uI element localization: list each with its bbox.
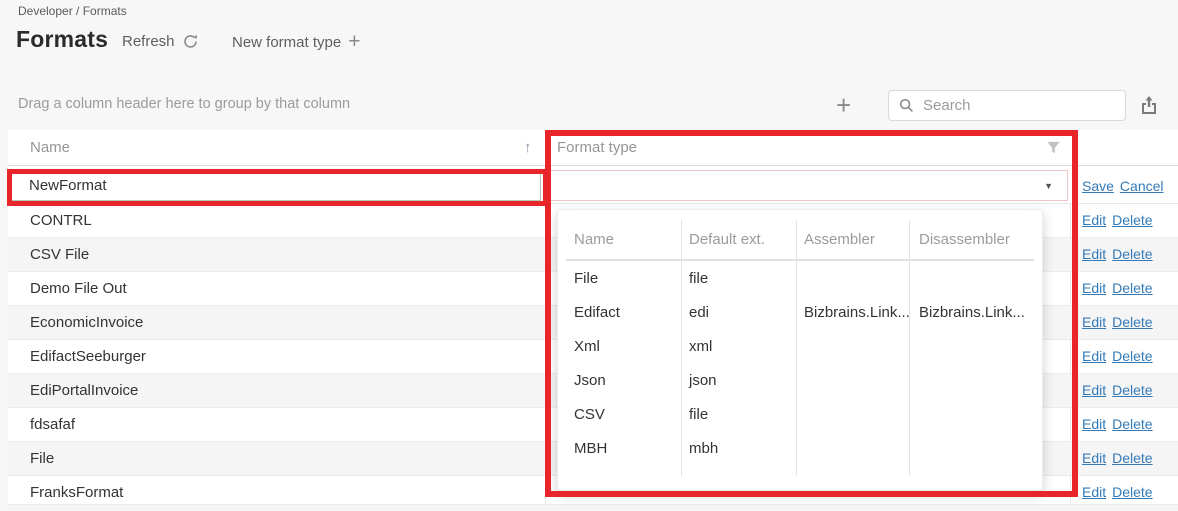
format-type-dropdown-panel: Name Default ext. Assembler Disassembler…: [557, 209, 1043, 491]
delete-link[interactable]: Delete: [1112, 212, 1152, 228]
option-assembler: Bizbrains.Link...: [804, 296, 910, 330]
edit-link[interactable]: Edit: [1082, 484, 1106, 500]
delete-link[interactable]: Delete: [1112, 314, 1152, 330]
refresh-icon: [182, 33, 199, 50]
row-name: File: [30, 442, 54, 475]
dropdown-option[interactable]: Json json: [558, 364, 1042, 398]
new-format-type-button[interactable]: New format type +: [232, 33, 360, 51]
dropdown-column-header-default-ext: Default ext.: [689, 222, 765, 258]
option-default-ext: xml: [689, 330, 712, 364]
row-name: Demo File Out: [30, 272, 127, 305]
option-name: Edifact: [574, 296, 620, 330]
option-disassembler: Bizbrains.Link...: [919, 296, 1025, 330]
edit-link[interactable]: Edit: [1082, 246, 1106, 262]
option-default-ext: edi: [689, 296, 709, 330]
row-name: CONTRL: [30, 204, 92, 237]
format-type-select[interactable]: ▼: [546, 170, 1068, 201]
dropdown-header-divider: [566, 259, 1034, 261]
option-name: File: [574, 262, 598, 296]
delete-link[interactable]: Delete: [1112, 280, 1152, 296]
row-name: EconomicInvoice: [30, 306, 143, 339]
column-header-format-type[interactable]: Format type: [557, 130, 637, 165]
row-name: CSV File: [30, 238, 89, 271]
delete-link[interactable]: Delete: [1112, 450, 1152, 466]
new-format-type-label: New format type: [232, 34, 341, 51]
refresh-label: Refresh: [122, 33, 175, 50]
caret-down-icon: ▼: [1044, 181, 1053, 191]
format-name-input[interactable]: [10, 170, 541, 201]
plus-icon: +: [836, 90, 851, 120]
partial-row: [8, 505, 1178, 511]
row-name: EdiPortalInvoice: [30, 374, 138, 407]
dropdown-option[interactable]: MBH mbh: [558, 432, 1042, 466]
edit-link[interactable]: Edit: [1082, 382, 1106, 398]
option-default-ext: file: [689, 398, 708, 432]
edit-link[interactable]: Edit: [1082, 314, 1106, 330]
search-input[interactable]: [923, 97, 1103, 114]
option-name: CSV: [574, 398, 605, 432]
dropdown-column-header-disassembler: Disassembler: [919, 222, 1010, 258]
dropdown-column-header-assembler: Assembler: [804, 222, 875, 258]
dropdown-option[interactable]: File file: [558, 262, 1042, 296]
option-name: Xml: [574, 330, 600, 364]
edit-link[interactable]: Edit: [1082, 450, 1106, 466]
group-panel-drop-target[interactable]: Drag a column header here to group by th…: [18, 96, 350, 112]
option-default-ext: mbh: [689, 432, 718, 466]
row-name: fdsafaf: [30, 408, 75, 441]
delete-link[interactable]: Delete: [1112, 382, 1152, 398]
add-row-button[interactable]: +: [836, 92, 851, 118]
delete-link[interactable]: Delete: [1112, 246, 1152, 262]
search-box[interactable]: [888, 90, 1126, 121]
refresh-button[interactable]: Refresh: [122, 33, 199, 50]
delete-link[interactable]: Delete: [1112, 416, 1152, 432]
sort-up-icon[interactable]: ↑: [524, 130, 532, 165]
column-header-name[interactable]: Name: [30, 130, 70, 165]
delete-link[interactable]: Delete: [1112, 484, 1152, 500]
grid-header-row: Name ↑ Format type: [8, 130, 1178, 166]
dropdown-column-header-name: Name: [574, 222, 614, 258]
dropdown-option[interactable]: CSV file: [558, 398, 1042, 432]
option-name: Json: [574, 364, 606, 398]
export-icon: [1139, 95, 1159, 115]
edit-link[interactable]: Edit: [1082, 280, 1106, 296]
edit-link[interactable]: Edit: [1082, 348, 1106, 364]
delete-link[interactable]: Delete: [1112, 348, 1152, 364]
edit-link[interactable]: Edit: [1082, 212, 1106, 228]
dropdown-option[interactable]: Xml xml: [558, 330, 1042, 364]
page-title: Formats: [16, 26, 108, 53]
breadcrumb[interactable]: Developer / Formats: [18, 4, 127, 18]
cancel-link[interactable]: Cancel: [1120, 178, 1164, 194]
filter-icon[interactable]: [1046, 140, 1061, 155]
row-name: EdifactSeeburger: [30, 340, 146, 373]
edit-link[interactable]: Edit: [1082, 416, 1106, 432]
option-name: MBH: [574, 432, 607, 466]
dropdown-option[interactable]: Edifact edi Bizbrains.Link... Bizbrains.…: [558, 296, 1042, 330]
plus-icon: +: [348, 33, 360, 51]
save-link[interactable]: Save: [1082, 178, 1114, 194]
export-button[interactable]: [1139, 95, 1159, 120]
option-default-ext: json: [689, 364, 717, 398]
search-icon: [899, 98, 914, 113]
option-default-ext: file: [689, 262, 708, 296]
